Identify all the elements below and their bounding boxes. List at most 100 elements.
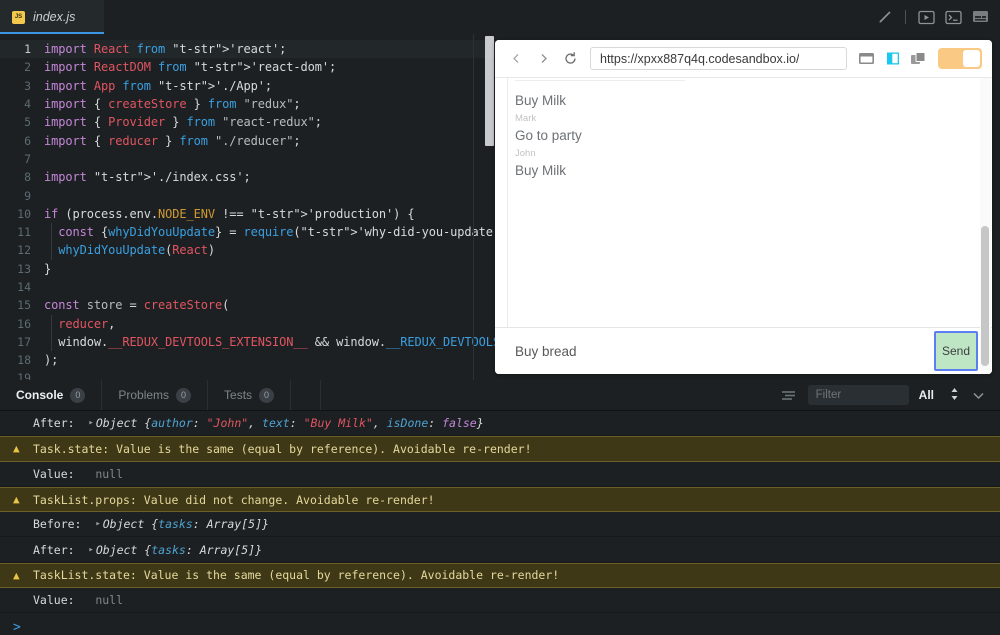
log-rows: After: ▸ Object {author: "John", text: "B… bbox=[0, 411, 1000, 614]
task-author: Mark bbox=[515, 113, 537, 124]
tab-badge: 0 bbox=[70, 387, 86, 403]
list-item[interactable]: Buy Milk bbox=[515, 90, 979, 111]
code-editor[interactable]: 1 import React from "t-str">'react'; 2 impo… bbox=[0, 34, 495, 380]
code-line: 12 whyDidYouUpdate(React) bbox=[0, 241, 495, 259]
log-value: null bbox=[95, 593, 124, 608]
tab-tests[interactable]: Tests 0 bbox=[208, 380, 292, 410]
filter-input[interactable]: Filter bbox=[807, 385, 909, 405]
chevron-down-icon[interactable] bbox=[969, 386, 987, 404]
browser-view-icon[interactable] bbox=[856, 48, 877, 69]
stepper-icon[interactable] bbox=[950, 387, 959, 404]
task-text: Buy Milk bbox=[515, 163, 567, 178]
tab-badge: 0 bbox=[176, 387, 192, 403]
tab-problems[interactable]: Problems 0 bbox=[102, 380, 209, 410]
code-line: 1 import React from "t-str">'react'; bbox=[0, 40, 495, 59]
filter-placeholder: Filter bbox=[815, 389, 842, 401]
object-brace: } bbox=[476, 416, 484, 431]
task-text: Buy Milk bbox=[515, 93, 567, 108]
code-line: 14 bbox=[0, 278, 495, 296]
send-button[interactable]: Send bbox=[934, 331, 978, 371]
code-line: 17 window.__REDUX_DEVTOOLS_EXTENSION__ &… bbox=[0, 333, 495, 351]
line-number: 9 bbox=[24, 188, 31, 203]
line-number: 7 bbox=[24, 151, 31, 166]
js-file-icon bbox=[12, 10, 25, 24]
code-text: import React from "t-str">'react'; bbox=[44, 42, 287, 57]
new-task-row: Buy bread Send bbox=[495, 327, 992, 374]
pen-icon[interactable] bbox=[876, 8, 894, 26]
header-actions bbox=[876, 0, 1000, 34]
expand-triangle-icon[interactable]: ▸ bbox=[88, 545, 95, 555]
code-line: 3 import App from "t-str">'./App'; bbox=[0, 77, 495, 95]
code-text: import { reducer } from "./reducer"; bbox=[44, 133, 301, 148]
window-header: index.js bbox=[0, 0, 1000, 34]
list-item[interactable]: John Buy Milk bbox=[515, 146, 979, 181]
browser-toolbar: https://xpxx887q4q.codesandbox.io/ bbox=[495, 40, 992, 78]
code-text: import { Provider } from "react-redux"; bbox=[44, 115, 322, 130]
console-tabs: Console 0 Problems 0 Tests 0 bbox=[0, 380, 292, 410]
tab-label: Console bbox=[16, 388, 64, 402]
object-bool: false bbox=[442, 416, 477, 431]
new-task-input[interactable]: Buy bread bbox=[515, 344, 934, 359]
object-key: author bbox=[151, 416, 193, 431]
line-number: 5 bbox=[24, 115, 31, 130]
editor-scrollbar[interactable] bbox=[485, 36, 494, 146]
line-number: 4 bbox=[24, 97, 31, 112]
task-list[interactable]: Buy Milk Mark Go to party John Buy Milk bbox=[495, 78, 979, 327]
expand-triangle-icon[interactable]: ▸ bbox=[88, 418, 95, 428]
chevron-right-icon[interactable] bbox=[532, 48, 554, 70]
preview-scrollbar-thumb[interactable] bbox=[981, 226, 989, 366]
code-lines: 1 import React from "t-str">'react'; 2 impo… bbox=[0, 40, 495, 380]
preview-toggle[interactable] bbox=[938, 48, 982, 69]
responsive-view-icon[interactable] bbox=[882, 48, 903, 69]
chevron-left-icon[interactable] bbox=[505, 48, 527, 70]
duplicate-view-icon[interactable] bbox=[908, 48, 929, 69]
expand-triangle-icon[interactable]: ▸ bbox=[95, 519, 102, 529]
preview-scrollbar-track[interactable] bbox=[980, 78, 991, 374]
editor-tab-index-js[interactable]: index.js bbox=[0, 0, 104, 34]
object-str: "Buy Milk" bbox=[303, 416, 373, 431]
object-brace: : bbox=[192, 416, 207, 431]
reload-icon[interactable] bbox=[559, 48, 581, 70]
code-line: 10 if (process.env.NODE_ENV !== "t-str">'… bbox=[0, 205, 495, 223]
line-number: 10 bbox=[17, 206, 31, 221]
console-prompt[interactable]: > bbox=[0, 613, 1000, 635]
code-line: 5 import { Provider } from "react-redux"; bbox=[0, 113, 495, 131]
console-log-list[interactable]: After: ▸ Object {author: "John", text: "B… bbox=[0, 411, 1000, 635]
line-number: 18 bbox=[17, 353, 31, 368]
line-number: 14 bbox=[17, 280, 31, 294]
object-brace: { bbox=[144, 542, 152, 557]
line-number: 15 bbox=[17, 298, 31, 313]
line-number: 19 bbox=[17, 371, 31, 380]
terminal-icon[interactable] bbox=[944, 8, 962, 26]
line-number: 17 bbox=[17, 334, 31, 349]
task-rows: Buy Milk Mark Go to party John Buy Milk bbox=[515, 90, 979, 181]
code-text: const {whyDidYouUpdate} = require("t-str… bbox=[58, 225, 495, 240]
list-item[interactable]: Mark Go to party bbox=[515, 111, 979, 146]
header-divider bbox=[905, 10, 906, 24]
url-bar[interactable]: https://xpxx887q4q.codesandbox.io/ bbox=[590, 47, 847, 70]
console-object-row: After: ▸ Object {tasks: Array[5]} bbox=[0, 537, 1000, 563]
log-label: Value: bbox=[33, 466, 96, 481]
task-author: John bbox=[515, 148, 536, 159]
clear-lines-icon[interactable] bbox=[780, 386, 798, 404]
code-line: 18); bbox=[0, 351, 495, 369]
code-line: 8 import "t-str">'./index.css'; bbox=[0, 168, 495, 186]
code-text: whyDidYouUpdate(React) bbox=[58, 243, 215, 258]
line-number: 12 bbox=[17, 243, 31, 258]
object-key: isDone bbox=[386, 416, 429, 431]
object-brace: : Array[5]} bbox=[192, 517, 269, 532]
code-area[interactable]: 1 import React from "t-str">'react'; 2 impo… bbox=[0, 34, 495, 380]
object-label: Object bbox=[102, 517, 152, 532]
log-level-select[interactable]: All bbox=[919, 387, 959, 404]
tab-badge: 0 bbox=[259, 387, 275, 403]
code-line: 15 const store = createStore( bbox=[0, 296, 495, 314]
console-panel-icon[interactable] bbox=[971, 8, 989, 26]
console-object-row: Before: ▸ Object {tasks: Array[5]} bbox=[0, 512, 1000, 538]
code-line: 4 import { createStore } from "redux"; bbox=[0, 95, 495, 113]
tab-console[interactable]: Console 0 bbox=[0, 380, 103, 410]
code-line: 2 import ReactDOM from "t-str">'react-dom… bbox=[0, 58, 495, 76]
object-key: tasks bbox=[158, 517, 193, 532]
object-label: Object bbox=[95, 542, 145, 557]
preview-icon[interactable] bbox=[917, 8, 935, 26]
prompt-caret: > bbox=[13, 619, 21, 635]
